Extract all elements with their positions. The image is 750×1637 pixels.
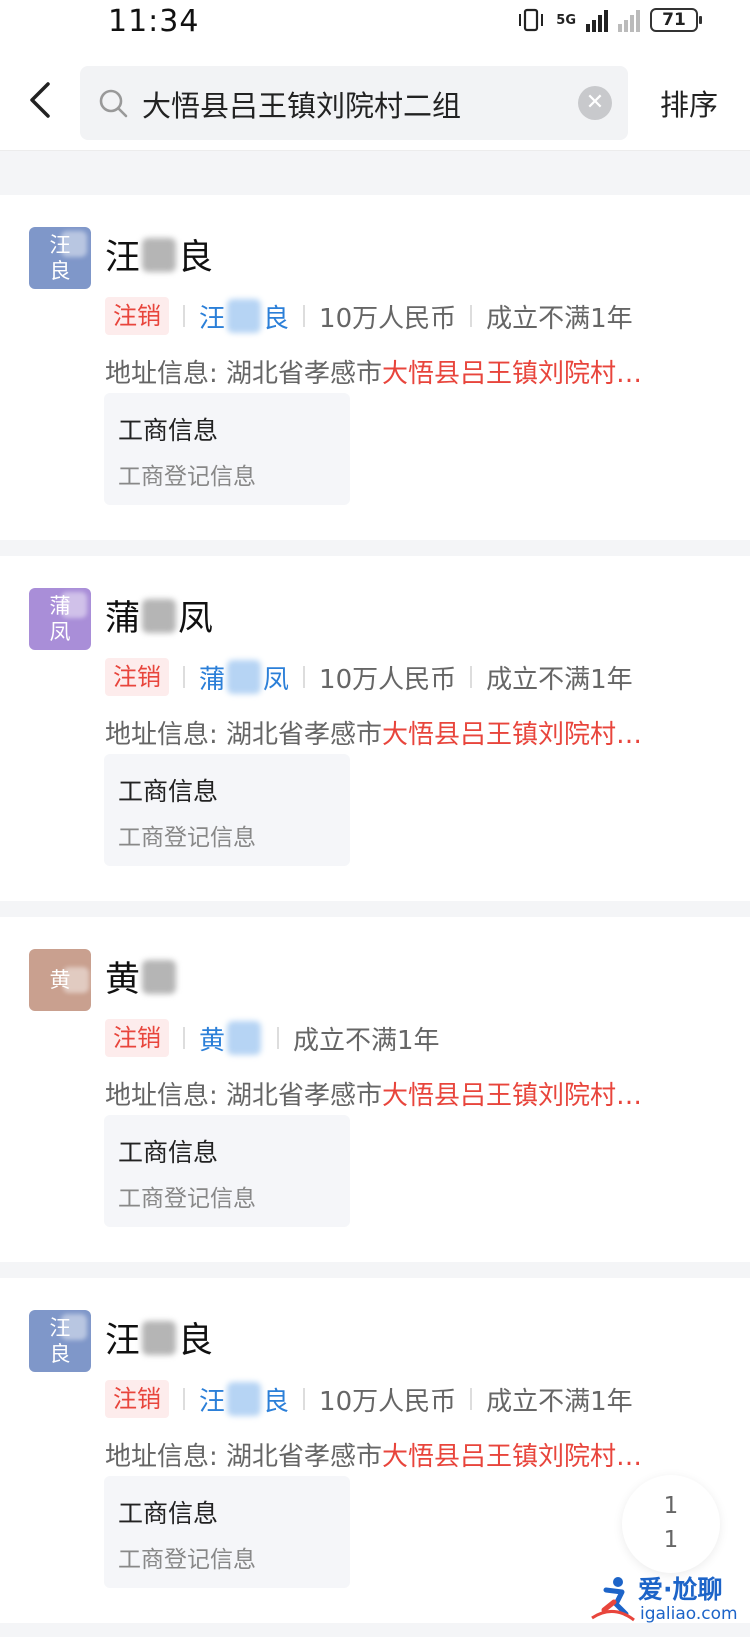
signal-icon: [586, 8, 608, 32]
established-age: 成立不满1年: [486, 664, 633, 695]
status-badge: 注销: [105, 1380, 169, 1418]
search-icon: [99, 89, 128, 118]
page-total: 1: [663, 1527, 679, 1553]
watermark: 爱·尬聊 igaliao.com: [588, 1568, 748, 1634]
registered-capital: 10万人民币: [319, 664, 457, 695]
company-avatar: 汪良: [29, 1310, 91, 1372]
watermark-url: igaliao.com: [640, 1604, 738, 1624]
sort-button[interactable]: 排序: [660, 82, 718, 124]
signal-2-icon: [618, 8, 640, 32]
business-info-box[interactable]: 工商信息 工商登记信息: [104, 393, 350, 505]
tag-row: 注销 汪良 10万人民币 成立不满1年: [105, 297, 633, 335]
status-badge: 注销: [105, 658, 169, 696]
address-info: 地址信息: 湖北省孝感市大悟县吕王镇刘院村…: [105, 1442, 643, 1472]
legal-rep-link[interactable]: 蒲凤: [199, 659, 289, 696]
business-info-box[interactable]: 工商信息 工商登记信息: [104, 1476, 350, 1588]
company-avatar: 黄: [29, 949, 91, 1011]
person-name[interactable]: 汪良: [105, 229, 213, 280]
network-type: 5G: [556, 12, 576, 28]
business-info-box[interactable]: 工商信息 工商登记信息: [104, 754, 350, 866]
tag-row: 注销 黄 成立不满1年: [105, 1019, 440, 1057]
registered-capital: 10万人民币: [319, 303, 457, 334]
person-name[interactable]: 蒲凤: [105, 590, 213, 641]
result-card[interactable]: 蒲凤 蒲凤 注销 蒲凤 10万人民币 成立不满1年 地址信息: 湖北省孝感市大悟…: [0, 556, 750, 901]
battery-icon: 71: [650, 8, 702, 32]
runner-logo-icon: [591, 1577, 635, 1622]
legal-rep-link[interactable]: 汪良: [199, 1381, 289, 1418]
established-age: 成立不满1年: [486, 1386, 633, 1417]
redacted-mosaic: [142, 237, 177, 272]
result-card[interactable]: 黄 黄 注销 黄 成立不满1年 地址信息: 湖北省孝感市大悟县吕王镇刘院村… 工…: [0, 917, 750, 1262]
vibrate-icon: [519, 8, 544, 32]
tag-row: 注销 蒲凤 10万人民币 成立不满1年: [105, 658, 633, 696]
status-bar: 11:34 5G 71: [0, 0, 750, 50]
address-info: 地址信息: 湖北省孝感市大悟县吕王镇刘院村…: [105, 720, 643, 750]
legal-rep-link[interactable]: 黄: [199, 1020, 263, 1057]
address-info: 地址信息: 湖北省孝感市大悟县吕王镇刘院村…: [105, 1081, 643, 1111]
redacted-mosaic: [142, 598, 177, 633]
search-value: 大悟县吕王镇刘院村二组: [142, 89, 462, 123]
result-card[interactable]: 汪良 汪良 注销 汪良 10万人民币 成立不满1年 地址信息: 湖北省孝感市大悟…: [0, 195, 750, 540]
status-badge: 注销: [105, 1019, 169, 1057]
established-age: 成立不满1年: [293, 1025, 440, 1056]
company-avatar: 蒲凤: [29, 588, 91, 650]
company-avatar: 汪良: [29, 227, 91, 289]
person-name[interactable]: 黄: [105, 951, 178, 1002]
registered-capital: 10万人民币: [319, 1386, 457, 1417]
clear-icon[interactable]: ✕: [578, 86, 612, 120]
established-age: 成立不满1年: [486, 303, 633, 334]
search-header: 大悟县吕王镇刘院村二组 ✕ 排序: [0, 50, 750, 151]
back-icon[interactable]: [22, 78, 62, 122]
watermark-title: 爱·尬聊: [638, 1575, 723, 1604]
page-indicator[interactable]: 1 1: [622, 1475, 720, 1573]
status-time: 11:34: [108, 4, 200, 39]
person-name[interactable]: 汪良: [105, 1312, 213, 1363]
page-current: 1: [663, 1493, 679, 1519]
address-info: 地址信息: 湖北省孝感市大悟县吕王镇刘院村…: [105, 359, 643, 389]
search-input[interactable]: 大悟县吕王镇刘院村二组 ✕: [80, 66, 628, 140]
business-info-box[interactable]: 工商信息 工商登记信息: [104, 1115, 350, 1227]
redacted-mosaic: [142, 959, 177, 994]
status-icons: 5G 71: [516, 8, 702, 32]
redacted-mosaic: [142, 1320, 177, 1355]
status-badge: 注销: [105, 297, 169, 335]
legal-rep-link[interactable]: 汪良: [199, 298, 289, 335]
tag-row: 注销 汪良 10万人民币 成立不满1年: [105, 1380, 633, 1418]
